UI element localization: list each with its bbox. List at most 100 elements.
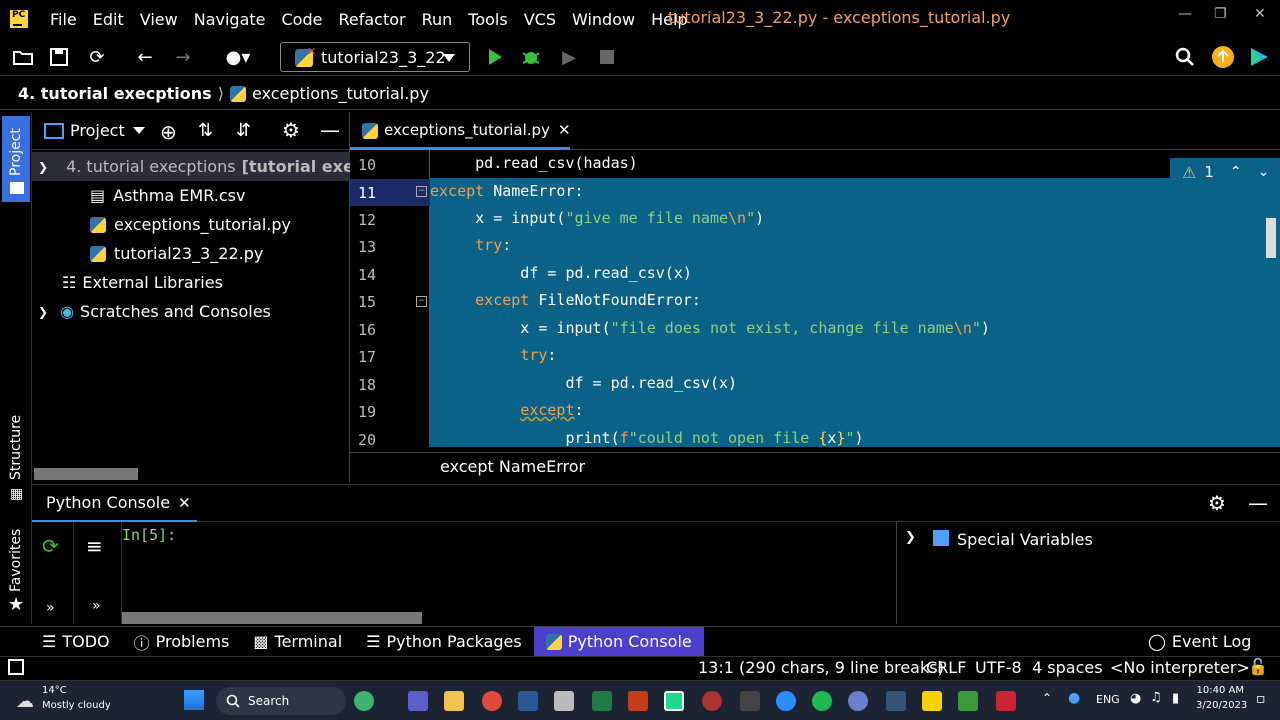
code-editor[interactable]: pd.read_csv(hadas) except NameError: x =… [430,150,1280,447]
tab-python-console[interactable]: Python Console ✕ [32,485,197,523]
breadcrumb-file[interactable]: exceptions_tutorial.py [252,84,429,103]
powerpoint-icon[interactable] [628,691,648,711]
volume-icon[interactable]: ♫ [1150,690,1162,705]
chevron-down-icon[interactable]: ⌄ [1258,164,1270,180]
fold-icon[interactable]: − [416,296,427,307]
app-icon[interactable] [886,691,906,711]
menu-navigate[interactable]: Navigate [186,10,274,29]
menu-run[interactable]: Run [414,10,461,29]
expand-all-icon[interactable]: ⇅ [198,120,213,141]
taskbar-search[interactable]: Search [216,687,346,715]
app-icon[interactable] [740,691,760,711]
chevron-up-icon[interactable]: ⌃ [1230,164,1242,180]
collapse-all-icon[interactable]: ⇵ [236,120,251,141]
horizontal-scrollbar[interactable] [122,612,422,624]
run-configuration-select[interactable]: ✕ tutorial23_3_22 [280,42,470,72]
close-window-icon[interactable]: ✕ [1254,6,1266,22]
pycharm-taskbar-icon[interactable] [664,691,684,711]
menu-code[interactable]: Code [274,10,331,29]
app-icon[interactable] [702,691,722,711]
close-icon[interactable]: ✕ [558,121,571,139]
teams-icon[interactable] [408,691,428,711]
tab-python-console-bottom[interactable]: Python Console [533,626,704,657]
project-tool-button[interactable]: Project [2,116,30,202]
app-icon[interactable] [354,691,374,711]
tree-external-libraries[interactable]: ☷ External Libraries [32,268,350,297]
indent-setting[interactable]: 4 spaces [1032,658,1103,677]
tab-todo[interactable]: ☰ TODO [30,627,122,657]
favorites-tool-button[interactable]: Favorites ★ [2,524,30,620]
tree-file-item[interactable]: tutorial23_3_22.py [32,239,350,268]
save-icon[interactable] [48,46,70,68]
lock-icon[interactable]: 🔓 [1248,657,1268,676]
more-icon[interactable]: » [46,600,55,616]
fold-icon[interactable]: − [416,186,427,197]
calculator-icon[interactable] [554,691,574,711]
menu-view[interactable]: View [132,10,186,29]
file-encoding[interactable]: UTF-8 [975,658,1022,677]
project-panel-title[interactable]: Project [70,121,125,140]
sync-icon[interactable]: ⟳ [86,46,108,68]
tree-file-item[interactable]: ▤ Asthma EMR.csv [32,181,350,210]
menu-window[interactable]: Window [564,10,643,29]
clock-time[interactable]: 10:40 AM [1196,685,1244,696]
user-menu-icon[interactable]: ●▾ [220,46,256,68]
notification-icon[interactable]: ▫ [1256,691,1266,707]
structure-tool-button[interactable]: Structure ▦ [2,412,30,508]
rerun-icon[interactable]: ⟳ [42,534,59,558]
r-icon[interactable] [848,691,868,711]
back-arrow-icon[interactable]: ← [134,46,156,68]
tab-terminal[interactable]: ▩ Terminal [241,627,354,657]
toggle-tool-windows-icon[interactable] [8,659,24,675]
console-prompt[interactable]: In[5]: [122,526,176,544]
hide-icon[interactable]: — [320,118,340,142]
battery-icon[interactable]: ▮ [1172,691,1179,706]
app-icon[interactable] [958,691,978,711]
tree-root-folder[interactable]: ❯ 4. tutorial execptions [tutorial exec [32,152,350,181]
tab-python-packages[interactable]: ☰ Python Packages [354,627,534,657]
caret-position[interactable]: 13:1 (290 chars, 9 line breaks) [698,658,944,677]
microphone-icon[interactable]: ● [1068,690,1080,706]
locate-icon[interactable]: ⊕ [160,120,177,144]
inspection-widget[interactable]: ⚠ 1 ⌃ ⌄ [1170,158,1280,186]
restore-icon[interactable]: ❐ [1214,6,1227,22]
chevron-right-icon[interactable]: ❯ [905,530,916,545]
app-icon[interactable] [996,691,1016,711]
minimize-icon[interactable]: — [1178,6,1192,22]
chevron-up-icon[interactable]: ⌃ [1042,691,1052,705]
open-folder-icon[interactable] [12,46,34,68]
debug-icon[interactable] [520,46,542,68]
chrome-icon[interactable] [482,691,502,711]
line-separator[interactable]: CRLF [926,658,966,677]
more-icon[interactable]: » [92,598,101,614]
tab-exceptions-tutorial[interactable]: exceptions_tutorial.py ✕ [350,112,571,150]
close-icon[interactable]: ✕ [178,494,191,512]
menu-tools[interactable]: Tools [460,10,515,29]
chevron-down-icon[interactable] [132,127,145,134]
special-variables-label[interactable]: Special Variables [957,530,1093,549]
search-icon[interactable] [1174,46,1196,68]
tree-file-item[interactable]: exceptions_tutorial.py [32,210,350,239]
menu-file[interactable]: File [42,10,85,29]
windows-start-icon[interactable] [184,690,204,710]
spotify-icon[interactable] [812,691,832,711]
update-icon[interactable] [1212,46,1234,68]
word-icon[interactable] [518,691,538,711]
event-log-button[interactable]: ◯ Event Log [1136,627,1263,657]
breadcrumb-project[interactable]: 4. tutorial execptions [18,84,212,103]
menu-vcs[interactable]: VCS [516,10,564,29]
clock-date[interactable]: 3/20/2023 [1196,700,1247,711]
tab-problems[interactable]: ⓘ Problems [122,627,242,657]
tree-scratches[interactable]: ❯ ◉ Scratches and Consoles [32,297,350,326]
vertical-scrollbar[interactable] [1266,218,1276,258]
soft-wrap-icon[interactable]: ≡ [86,534,103,558]
wifi-icon[interactable]: ◕ [1130,691,1141,706]
forward-arrow-icon[interactable]: → [172,46,194,68]
horizontal-scrollbar[interactable] [34,468,138,480]
menu-edit[interactable]: Edit [85,10,132,29]
file-explorer-icon[interactable] [444,691,464,711]
jetbrains-toolbox-icon[interactable] [1248,46,1270,68]
hide-icon[interactable]: — [1248,491,1268,515]
menu-refactor[interactable]: Refactor [330,10,413,29]
gear-icon[interactable]: ⚙ [282,118,300,142]
